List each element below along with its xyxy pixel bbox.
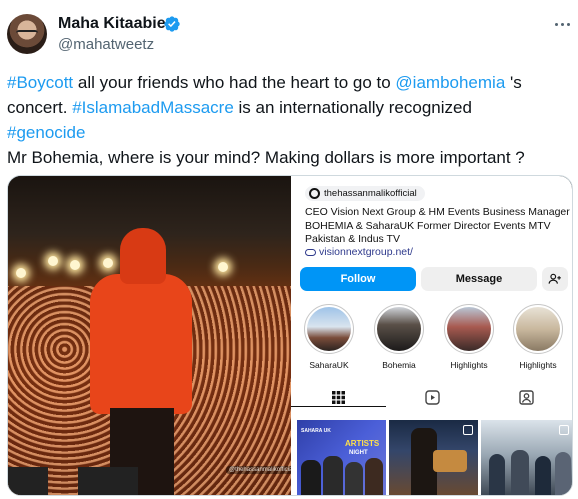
post-thumbnail[interactable] bbox=[389, 420, 478, 495]
tweet-media[interactable]: @thehassanmalikofficial thehassanmalikof… bbox=[7, 175, 573, 496]
tweet-text-segment: concert. bbox=[7, 98, 73, 117]
tweet-text-line: Mr Bohemia, where is your mind? Making d… bbox=[7, 145, 567, 170]
bio-line: Pakistan & Indus TV bbox=[305, 233, 400, 245]
stage-light bbox=[48, 256, 58, 266]
tab-reels[interactable] bbox=[422, 388, 442, 406]
stage-light bbox=[16, 268, 26, 278]
reel-badge-icon bbox=[463, 425, 473, 435]
profile-bio: CEO Vision Next Group & HM Events Busine… bbox=[305, 206, 570, 247]
highlight-item[interactable]: Highlights bbox=[439, 304, 499, 370]
author-name[interactable]: Maha Kitaabie bbox=[58, 15, 166, 33]
highlight-item[interactable]: Bohemia bbox=[369, 304, 429, 370]
hashtag-link[interactable]: #Boycott bbox=[7, 73, 73, 92]
link-icon bbox=[305, 248, 316, 256]
profile-username: thehassanmalikofficial bbox=[324, 188, 417, 199]
stage-speaker bbox=[78, 467, 138, 495]
highlight-label: SaharaUK bbox=[309, 360, 349, 370]
tweet-text-line: concert. #IslamabadMassacre is an intern… bbox=[7, 95, 567, 120]
reels-icon bbox=[424, 389, 440, 405]
profile-website-text: visionnextgroup.net/ bbox=[319, 246, 413, 258]
stage-light bbox=[70, 260, 80, 270]
tagged-icon bbox=[518, 389, 534, 405]
post-thumbnail[interactable]: SAHARA UK ARTISTS NIGHT bbox=[297, 420, 386, 495]
highlight-label: Highlights bbox=[519, 360, 557, 370]
stage-speaker bbox=[8, 467, 48, 495]
message-button[interactable]: Message bbox=[421, 267, 537, 291]
profile-website[interactable]: visionnextgroup.net/ bbox=[305, 246, 413, 258]
post-thumbnail[interactable] bbox=[481, 420, 572, 495]
follow-button[interactable]: Follow bbox=[300, 267, 416, 291]
post-text: NIGHT bbox=[349, 450, 368, 456]
threads-icon bbox=[309, 188, 320, 199]
tweet-text-segment: Mr Bohemia, where is your mind? Making d… bbox=[7, 148, 525, 167]
concert-photo[interactable]: @thehassanmalikofficial bbox=[8, 176, 291, 495]
grid-icon bbox=[331, 390, 345, 404]
posts-grid: SAHARA UK ARTISTS NIGHT bbox=[291, 420, 572, 495]
post-text: SAHARA UK bbox=[301, 428, 331, 434]
tweet-text-segment: 's bbox=[505, 73, 522, 92]
tweet-text-segment: is an internationally recognized bbox=[233, 98, 472, 117]
performer bbox=[86, 228, 196, 495]
photo-watermark: @thehassanmalikofficial bbox=[226, 466, 291, 474]
add-user-icon bbox=[548, 273, 561, 284]
tweet-text-segment: all your friends who had the heart to go… bbox=[73, 73, 396, 92]
highlight-label: Bohemia bbox=[382, 360, 416, 370]
highlight-item[interactable]: SaharaUK bbox=[299, 304, 359, 370]
tweet-text-line: #genocide bbox=[7, 120, 567, 145]
highlight-item[interactable]: Highlights bbox=[508, 304, 568, 370]
bio-line: BOHEMIA & SaharaUK Former Director Event… bbox=[305, 219, 551, 232]
verified-badge-icon bbox=[164, 16, 180, 32]
tweet-text: #Boycott all your friends who had the he… bbox=[7, 70, 567, 170]
author-avatar[interactable] bbox=[7, 14, 47, 54]
hashtag-link[interactable]: #genocide bbox=[7, 123, 85, 142]
instagram-profile[interactable]: thehassanmalikofficial CEO Vision Next G… bbox=[291, 176, 572, 495]
post-text: ARTISTS bbox=[345, 439, 380, 448]
author-handle[interactable]: @mahatweetz bbox=[58, 36, 154, 53]
bio-line: CEO Vision Next Group & HM Events Busine… bbox=[305, 206, 570, 218]
active-tab-indicator bbox=[291, 406, 386, 407]
tweet-text-line: #Boycott all your friends who had the he… bbox=[7, 70, 567, 95]
profile-username-pill[interactable]: thehassanmalikofficial bbox=[305, 186, 425, 201]
hashtag-link[interactable]: #IslamabadMassacre bbox=[72, 98, 234, 117]
mention-link[interactable]: @iambohemia bbox=[395, 73, 505, 92]
more-icon[interactable] bbox=[552, 14, 572, 34]
reel-badge-icon bbox=[559, 425, 569, 435]
story-highlights: SaharaUK Bohemia Highlights Highlights bbox=[291, 304, 572, 370]
highlight-label: Highlights bbox=[450, 360, 488, 370]
tab-tagged[interactable] bbox=[516, 388, 536, 406]
add-user-button[interactable] bbox=[542, 267, 568, 291]
tab-posts[interactable] bbox=[328, 388, 348, 406]
stage-light bbox=[218, 262, 228, 272]
tweet-header: Maha Kitaabie @mahatweetz bbox=[0, 0, 578, 62]
